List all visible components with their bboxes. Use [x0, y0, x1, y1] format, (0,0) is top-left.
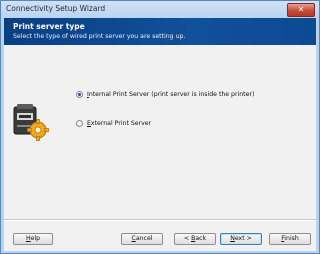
printer-icon: [13, 104, 49, 141]
help-button[interactable]: Help: [13, 233, 53, 245]
external-label[interactable]: External Print Server: [87, 120, 151, 127]
internal-radio[interactable]: [76, 91, 83, 98]
wizard-window: Connectivity Setup Wizard ✕ Print server…: [0, 0, 320, 254]
page-heading: Print server type: [13, 22, 85, 31]
header-banner: Print server type Select the type of wir…: [4, 18, 316, 45]
close-icon: ✕: [297, 5, 305, 14]
next-button[interactable]: Next >: [220, 233, 262, 245]
back-button[interactable]: < Back: [174, 233, 216, 245]
window-title: Connectivity Setup Wizard: [6, 4, 106, 13]
internal-label[interactable]: Internal Print Server (print server is i…: [87, 91, 254, 98]
option-external[interactable]: External Print Server: [76, 120, 151, 127]
finish-button[interactable]: Finish: [269, 233, 311, 245]
title-bar[interactable]: Connectivity Setup Wizard ✕: [1, 1, 319, 18]
close-button[interactable]: ✕: [287, 3, 315, 17]
cancel-button[interactable]: Cancel: [121, 233, 163, 245]
option-internal[interactable]: Internal Print Server (print server is i…: [76, 91, 254, 98]
wizard-client-area: Print server type Select the type of wir…: [4, 18, 316, 251]
external-radio[interactable]: [76, 120, 83, 127]
page-subtitle: Select the type of wired print server yo…: [13, 33, 186, 40]
footer-divider: [4, 219, 316, 221]
